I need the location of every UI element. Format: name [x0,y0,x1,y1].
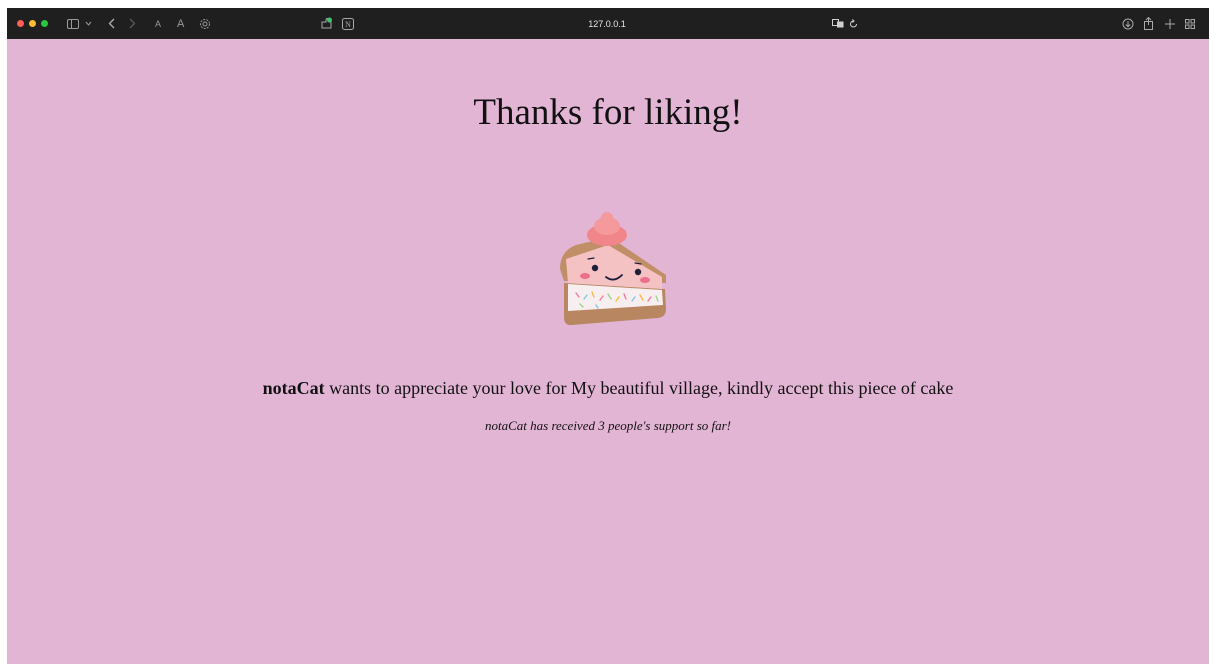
address-bar[interactable]: 127.0.0.1 [547,8,667,39]
cake-slice-image [550,209,672,327]
sender-name: notaCat [262,378,325,398]
support-count-text: notaCat has received 3 people's support … [484,418,732,433]
sidebar-icon[interactable] [67,8,79,39]
traffic-lights [17,8,53,39]
text-size-small-icon[interactable]: A [155,8,161,39]
back-icon[interactable] [108,8,115,39]
chevron-down-icon[interactable] [85,8,92,39]
zoom-window-button[interactable] [41,20,48,27]
download-icon[interactable] [1122,8,1134,39]
new-tab-icon[interactable] [1165,8,1175,39]
tab-overview-icon[interactable] [1185,8,1195,39]
extension-icon[interactable] [320,8,333,39]
message-text: wants to appreciate your love for My bea… [324,378,954,398]
forward-icon[interactable] [129,8,136,39]
translate-icon[interactable] [832,8,844,39]
browser-toolbar: A A N 127.0.0.1 [7,8,1209,39]
share-icon[interactable] [1143,8,1154,39]
close-window-button[interactable] [17,20,24,27]
text-size-large-icon[interactable]: A [177,8,184,39]
reload-icon[interactable] [849,8,858,39]
page-content: Thanks for liking! notaCat wants to appr… [7,39,1209,664]
settings-icon[interactable] [199,8,211,39]
minimize-window-button[interactable] [29,20,36,27]
appreciation-message: notaCat wants to appreciate your love fo… [7,376,1209,400]
url-text: 127.0.0.1 [588,18,626,29]
notion-icon[interactable]: N [342,8,354,39]
page-title: Thanks for liking! [473,92,743,133]
browser-window: A A N 127.0.0.1 Thanks for liking! notaC… [7,8,1209,664]
svg-text:N: N [345,20,351,29]
